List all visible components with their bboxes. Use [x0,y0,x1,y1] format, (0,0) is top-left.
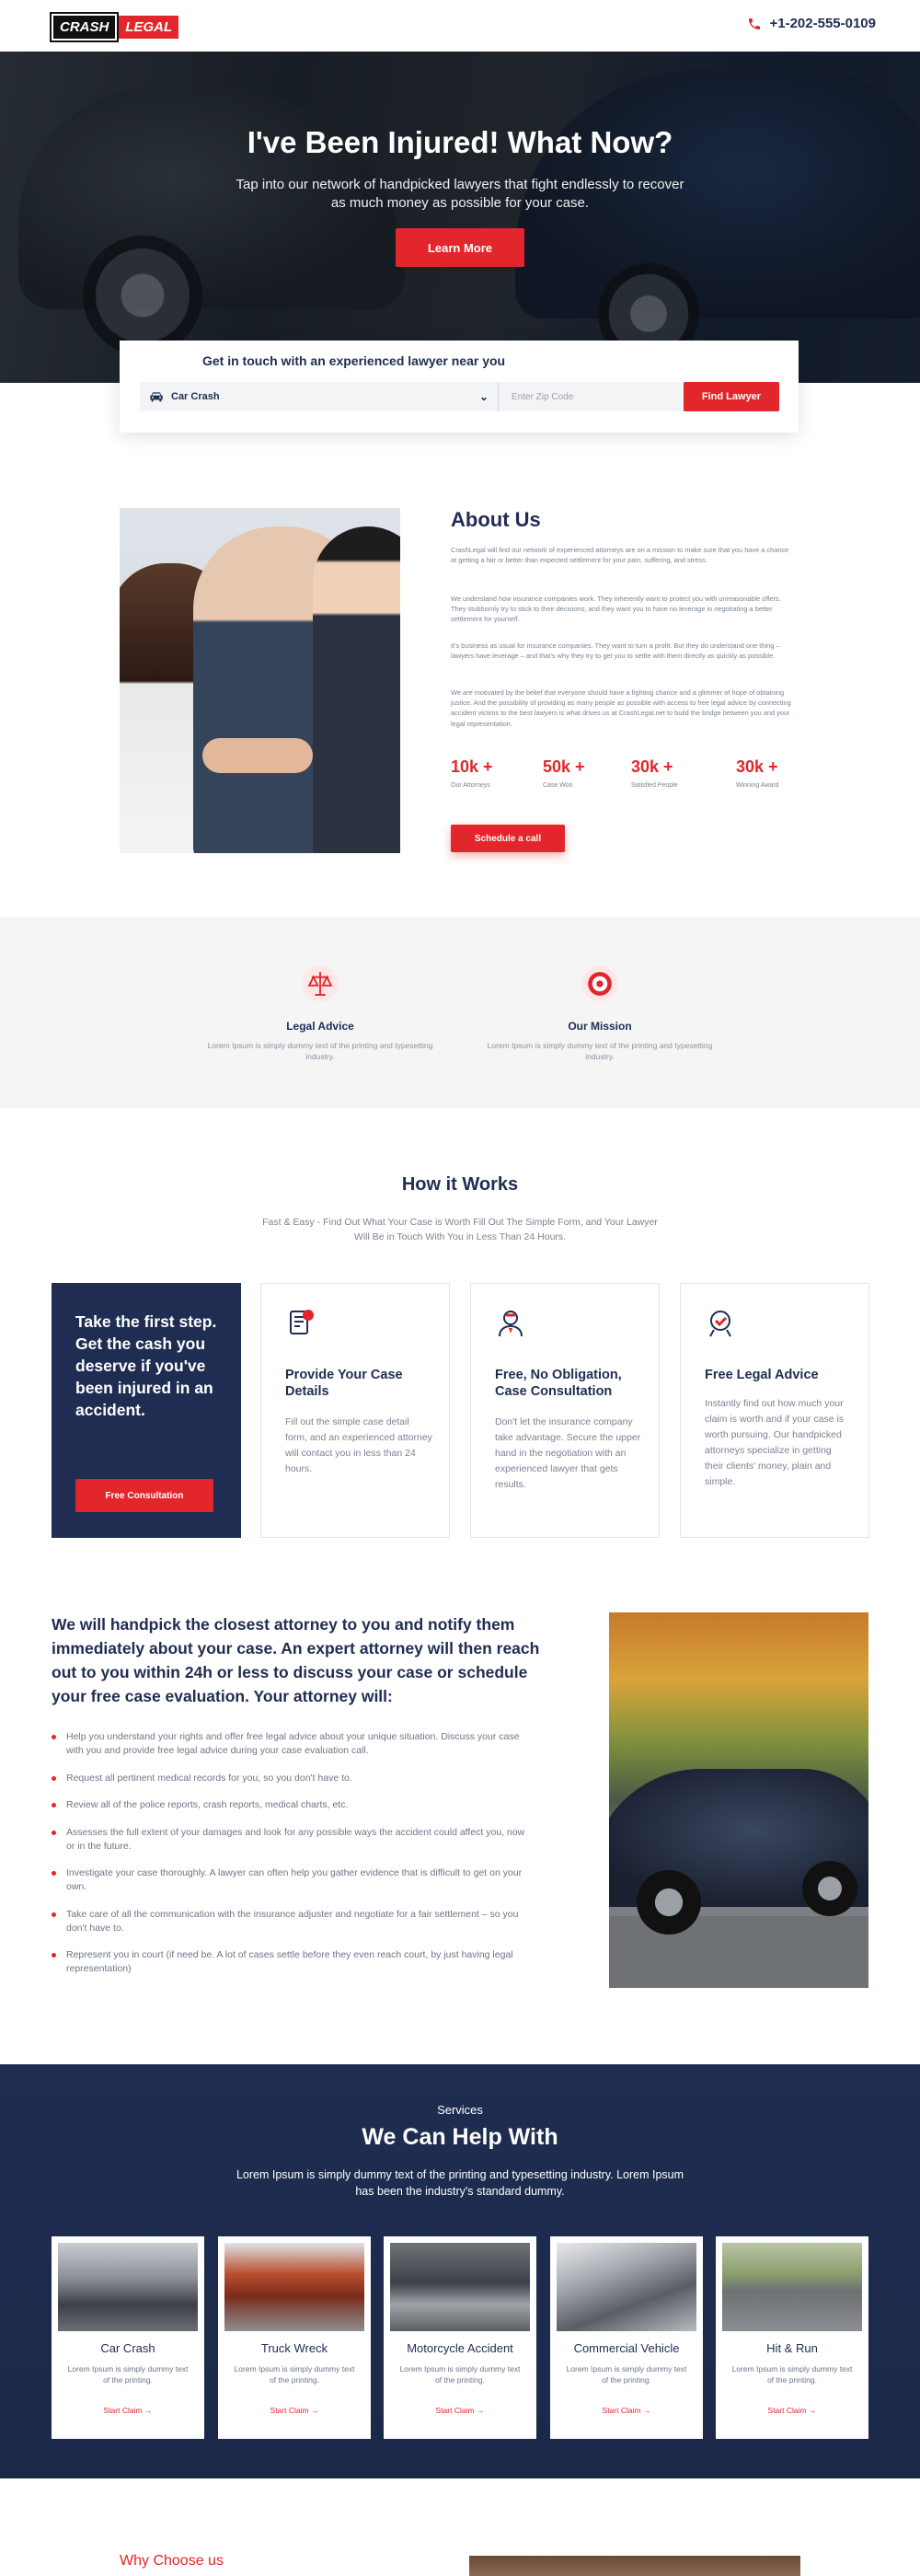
hero-subtitle: Tap into our network of handpicked lawye… [236,177,684,211]
how-it-works-subtitle: Fast & Easy - Find Out What Your Case is… [262,1217,658,1242]
scales-icon [302,965,339,1002]
cta-card: Take the first step. Get the cash you de… [52,1283,241,1538]
stat-satisfied: 30k + Satisfied People [631,757,678,789]
list-item: Help you understand your rights and offe… [52,1730,530,1758]
case-type-select[interactable]: Car Crash ⌄ [140,382,499,411]
list-item: Take care of all the communication with … [52,1908,530,1935]
step-text: Instantly find out how much your claim i… [705,1398,845,1487]
crashed-car-photo [609,1612,868,1988]
service-image [390,2243,530,2331]
service-title: Motorcycle Accident [407,2341,513,2355]
step-text: Don't let the insurance company take adv… [495,1416,641,1490]
service-text: Lorem Ipsum is simply dummy text of the … [731,2364,853,2385]
feature-text: Lorem Ipsum is simply dummy text of the … [207,1041,433,1061]
service-image [224,2243,364,2331]
services-subtitle: Lorem Ipsum is simply dummy text of the … [236,2168,684,2198]
stat-attorneys: 10k + Our Attorneys [451,757,493,789]
start-claim-link[interactable]: Start Claim → [716,2406,868,2415]
search-form: Car Crash ⌄ Enter Zip Code Find Lawyer [140,382,779,411]
feature-title: Our Mission [568,1020,632,1033]
service-image [557,2243,696,2331]
hero-title: I've Been Injured! What Now? [247,125,673,159]
feature-our-mission: Our Mission Lorem Ipsum is simply dummy … [480,964,719,1062]
start-claim-link[interactable]: Start Claim → [52,2406,204,2415]
step-card: Free, No Obligation, Case Consultation D… [470,1283,660,1538]
list-item: Represent you in court (if need be. A lo… [52,1948,530,1976]
lawyer-icon [499,1311,523,1337]
about-paragraph: We understand how insurance companies wo… [451,595,781,624]
about-photo [120,508,400,853]
service-card-motorcycle[interactable]: Motorcycle Accident Lorem Ipsum is simpl… [384,2236,536,2439]
service-title: Truck Wreck [260,2341,328,2355]
search-title: Get in touch with an experienced lawyer … [202,353,506,368]
step-card: Free Legal Advice Instantly find out how… [680,1283,869,1538]
service-card-hit-run[interactable]: Hit & Run Lorem Ipsum is simply dummy te… [716,2236,868,2439]
chevron-down-icon: ⌄ [478,390,489,403]
zip-code-input[interactable]: Enter Zip Code [499,392,684,402]
service-text: Lorem Ipsum is simply dummy text of the … [234,2364,355,2385]
step-title: Provide Your Case Details [285,1368,403,1399]
about-title: About Us [451,508,541,531]
service-title: Car Crash [100,2341,155,2355]
service-card-truck-wreck[interactable]: Truck Wreck Lorem Ipsum is simply dummy … [218,2236,371,2439]
service-card-car-crash[interactable]: Car Crash Lorem Ipsum is simply dummy te… [52,2236,204,2439]
target-icon [581,965,618,1002]
phone-link[interactable]: +1-202-555-0109 [747,16,876,31]
service-text: Lorem Ipsum is simply dummy text of the … [67,2364,189,2385]
service-card-commercial[interactable]: Commercial Vehicle Lorem Ipsum is simply… [550,2236,703,2439]
service-image [58,2243,198,2331]
service-title: Hit & Run [766,2341,818,2355]
services-kicker: Services [437,2103,483,2117]
attorney-duties-list: Help you understand your rights and offe… [52,1730,530,1990]
feature-legal-advice: Legal Advice Lorem Ipsum is simply dummy… [201,964,440,1062]
schedule-call-button[interactable]: Schedule a call [451,825,565,852]
phone-number: +1-202-555-0109 [769,16,876,31]
free-consultation-button[interactable]: Free Consultation [75,1479,213,1512]
list-item: Investigate your case thoroughly. A lawy… [52,1866,530,1894]
feature-title: Legal Advice [286,1020,354,1033]
about-paragraph: CrashLegal will find our network of expe… [451,546,789,565]
start-claim-link[interactable]: Start Claim → [550,2406,703,2415]
features-band [0,917,920,1108]
step-title: Free, No Obligation, Case Consultation [495,1368,622,1399]
cta-text: Take the first step. Get the cash you de… [75,1312,217,1419]
services-title: We Can Help With [362,2124,558,2150]
why-choose-us-title: Why Choose us [120,2553,224,2569]
handpick-heading: We will handpick the closest attorney to… [52,1615,540,1705]
case-type-value: Car Crash [171,391,220,402]
list-item: Review all of the police reports, crash … [52,1798,530,1812]
about-paragraph: We are motivated by the belief that ever… [451,688,791,728]
start-claim-link[interactable]: Start Claim → [218,2406,371,2415]
find-lawyer-button[interactable]: Find Lawyer [684,382,779,411]
step-text: Fill out the simple case detail form, an… [285,1416,432,1474]
logo-text-legal: LEGAL [119,15,179,39]
stat-cases-won: 50k + Case Won [543,757,585,789]
phone-icon [749,17,761,29]
service-text: Lorem Ipsum is simply dummy text of the … [566,2364,687,2385]
car-icon [150,392,163,402]
site-logo[interactable]: CRASH LEGAL [49,11,179,42]
stat-awards: 30k + Winning Award [736,757,779,789]
list-item: Request all pertinent medical records fo… [52,1772,530,1785]
why-choose-us-photo [469,2556,800,2576]
service-title: Commercial Vehicle [573,2341,680,2355]
start-claim-link[interactable]: Start Claim → [384,2406,536,2415]
document-icon [290,1310,314,1334]
hero-banner [0,52,920,383]
how-it-works-title: How it Works [401,1174,519,1195]
advice-icon [709,1311,731,1337]
step-title: Free Legal Advice [705,1368,819,1382]
feature-text: Lorem Ipsum is simply dummy text of the … [487,1041,713,1061]
learn-more-button[interactable]: Learn More [396,228,524,267]
step-card: Provide Your Case Details Fill out the s… [260,1283,450,1538]
service-text: Lorem Ipsum is simply dummy text of the … [399,2364,521,2385]
about-paragraph: It's business as usual for insurance com… [451,641,780,661]
service-image [722,2243,862,2331]
logo-text-crash: CRASH [49,11,120,42]
list-item: Assesses the full extent of your damages… [52,1826,530,1854]
